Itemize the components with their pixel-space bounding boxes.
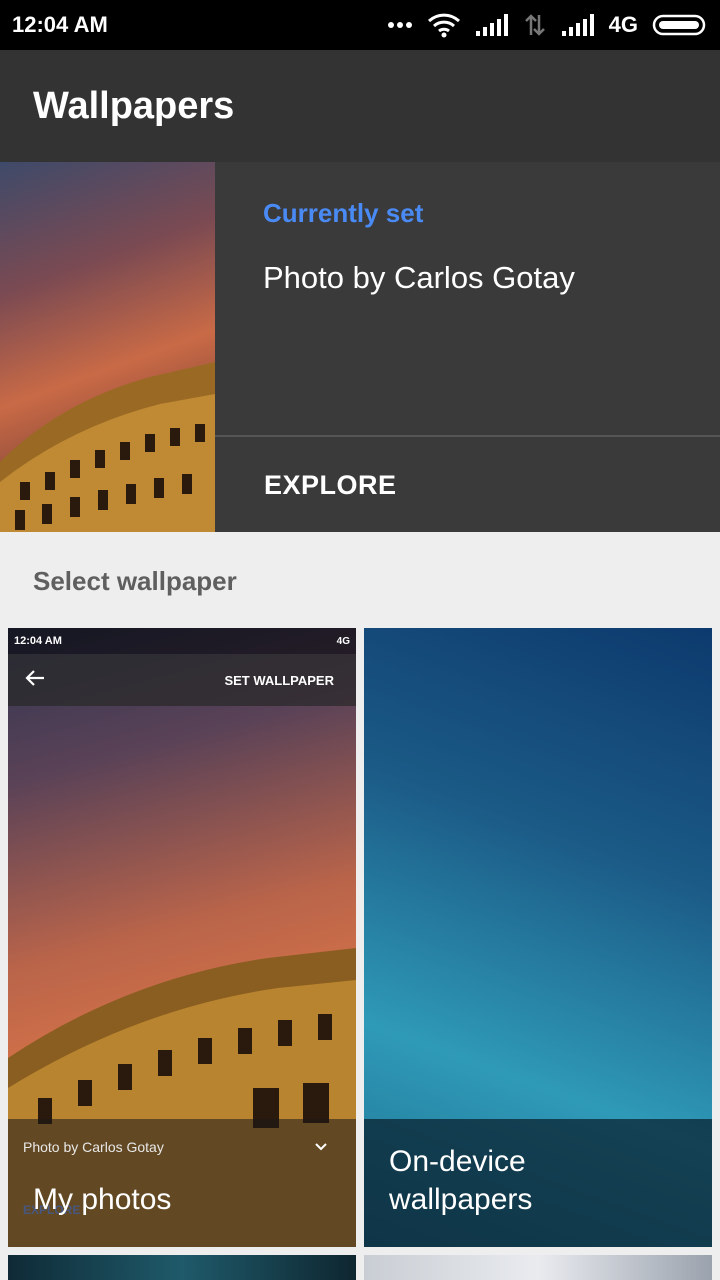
preview-set-wallpaper-label: SET WALLPAPER xyxy=(224,672,334,688)
card-divider xyxy=(215,435,720,437)
more-dots-icon xyxy=(387,21,413,29)
preview-network: 4G xyxy=(336,635,350,647)
tile-caption-overlay: Photo by Carlos Gotay EXPLORE My photos xyxy=(8,1119,356,1247)
back-arrow-icon xyxy=(24,669,46,692)
current-wallpaper-thumbnail[interactable] xyxy=(0,162,215,532)
preview-toolbar: SET WALLPAPER xyxy=(8,654,356,706)
select-wallpaper-heading: Select wallpaper xyxy=(33,566,237,596)
colosseum-image xyxy=(0,362,215,532)
preview-time: 12:04 AM xyxy=(14,635,62,647)
current-wallpaper-info: Currently set Photo by Carlos Gotay EXPL… xyxy=(215,162,720,532)
app-toolbar: Wallpapers xyxy=(0,50,720,162)
my-photos-tile[interactable]: 12:04 AM 4G SET WALLPAPER Photo by Carlo… xyxy=(8,628,356,1247)
chevron-down-icon xyxy=(314,1139,328,1157)
wallpaper-category-tile-partial[interactable] xyxy=(8,1255,356,1280)
current-wallpaper-card: Currently set Photo by Carlos Gotay EXPL… xyxy=(0,162,720,532)
signal-strength-icon xyxy=(475,13,509,37)
signal-strength-icon-2 xyxy=(561,13,595,37)
on-device-wallpapers-tile[interactable]: On-device wallpapers xyxy=(364,628,712,1247)
wallpaper-credit: Photo by Carlos Gotay xyxy=(263,260,575,295)
status-bar: 12:04 AM 4G xyxy=(0,0,720,50)
on-device-wallpapers-label: On-device wallpapers xyxy=(389,1145,533,1216)
tile-caption-overlay: On-device wallpapers xyxy=(364,1119,712,1247)
page-title: Wallpapers xyxy=(33,84,235,127)
preview-credit: Photo by Carlos Gotay xyxy=(23,1139,164,1155)
status-icons: 4G xyxy=(387,12,706,38)
explore-button[interactable]: EXPLORE xyxy=(264,470,397,501)
status-time: 12:04 AM xyxy=(12,12,108,37)
currently-set-label: Currently set xyxy=(263,198,424,228)
battery-icon xyxy=(652,13,706,37)
preview-status-bar: 12:04 AM 4G xyxy=(8,628,356,654)
my-photos-label: My photos xyxy=(33,1183,172,1216)
data-transfer-icon xyxy=(523,13,547,37)
network-type-label: 4G xyxy=(608,12,638,37)
wallpaper-category-tile-partial-2[interactable] xyxy=(364,1255,712,1280)
wifi-icon xyxy=(427,12,461,38)
